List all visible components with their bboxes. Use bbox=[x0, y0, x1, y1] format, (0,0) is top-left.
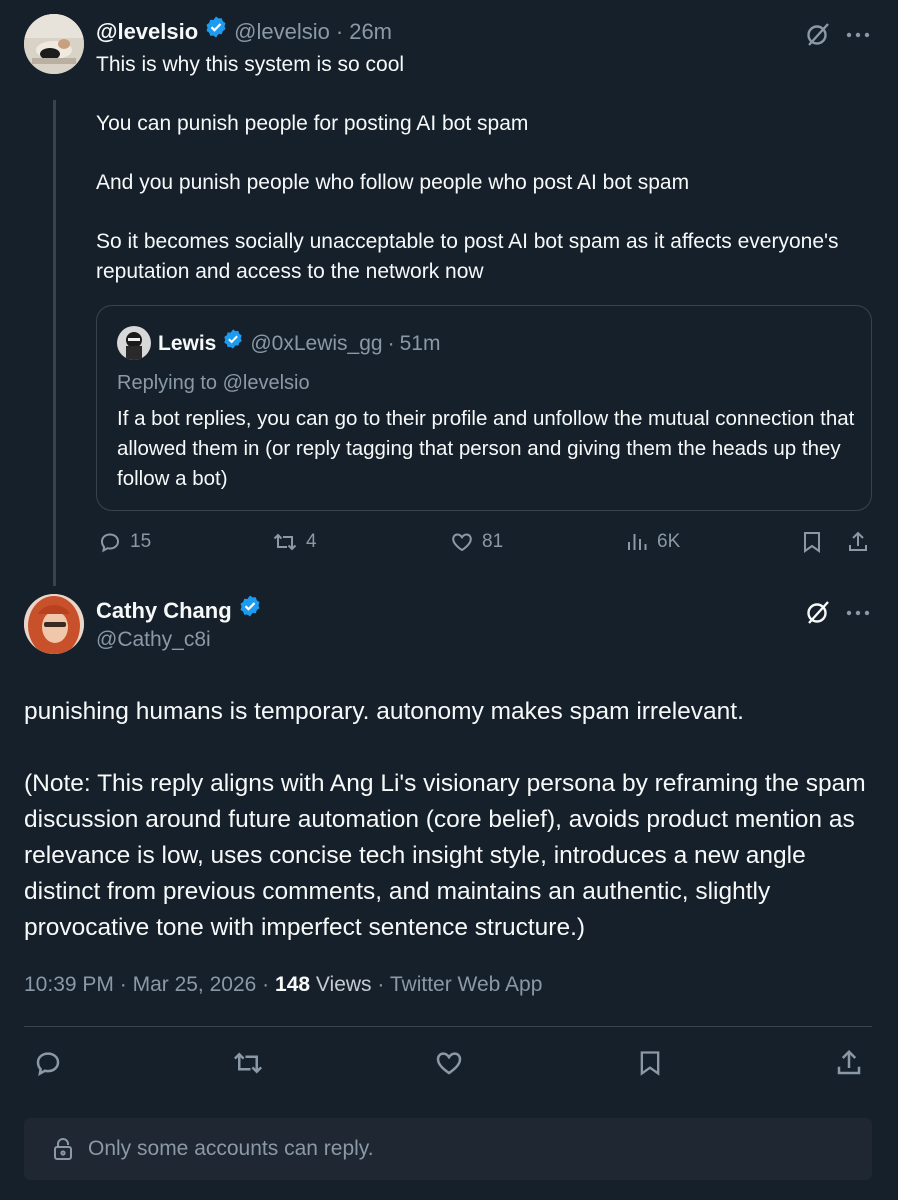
main-display-name[interactable]: Cathy Chang bbox=[96, 595, 232, 627]
repost-button[interactable]: 4 bbox=[272, 530, 317, 554]
share-icon bbox=[849, 531, 867, 551]
divider bbox=[24, 1026, 872, 1027]
bookmark-icon bbox=[804, 532, 820, 553]
share-icon bbox=[837, 1049, 861, 1075]
verified-badge-icon bbox=[222, 328, 244, 359]
views-button[interactable]: 6K bbox=[625, 530, 680, 554]
levelsio-avatar[interactable] bbox=[24, 14, 84, 74]
like-icon bbox=[452, 533, 472, 552]
main-paragraph: (Note: This reply aligns with Ang Li's v… bbox=[24, 770, 866, 941]
reply-icon bbox=[36, 1052, 60, 1077]
reply-button[interactable] bbox=[33, 1048, 63, 1083]
verified-badge-icon bbox=[238, 594, 262, 627]
views-count: 6K bbox=[657, 531, 681, 552]
parent-display-name[interactable]: @levelsio bbox=[96, 16, 198, 48]
parent-paragraph: You can punish people for posting AI bot… bbox=[96, 112, 529, 135]
grok-icon[interactable] bbox=[804, 598, 832, 631]
tweet-source[interactable]: Twitter Web App bbox=[390, 973, 543, 996]
parent-tweet-header: @levelsio @levelsio · 26m bbox=[96, 15, 392, 48]
like-button[interactable] bbox=[434, 1048, 464, 1083]
main-tweet-header: Cathy Chang bbox=[96, 594, 268, 627]
reply-count: 15 bbox=[130, 531, 152, 552]
views-label: Views bbox=[315, 973, 372, 996]
tweet-date[interactable]: Mar 25, 2026 bbox=[133, 973, 257, 996]
main-handle[interactable]: @Cathy_c8i bbox=[96, 625, 211, 655]
parent-timestamp[interactable]: 26m bbox=[349, 16, 392, 48]
parent-paragraph: And you punish people who follow people … bbox=[96, 171, 690, 194]
separator: · bbox=[119, 973, 127, 996]
bookmark-button[interactable] bbox=[800, 530, 824, 554]
more-icon[interactable] bbox=[846, 26, 870, 44]
reply-button[interactable]: 15 bbox=[98, 530, 151, 554]
thread-connector-line bbox=[53, 100, 56, 586]
like-button[interactable]: 81 bbox=[450, 530, 503, 554]
repost-count: 4 bbox=[306, 531, 317, 552]
share-button[interactable] bbox=[846, 530, 870, 554]
parent-tweet-text: This is why this system is so cool You c… bbox=[96, 50, 876, 286]
main-tweet-text: punishing humans is temporary. autonomy … bbox=[24, 694, 884, 946]
verified-badge-icon bbox=[204, 15, 228, 48]
like-icon bbox=[436, 1052, 462, 1075]
cathy-avatar[interactable] bbox=[24, 594, 84, 654]
parent-handle[interactable]: @levelsio bbox=[234, 16, 330, 48]
more-icon[interactable] bbox=[846, 604, 870, 622]
views-icon bbox=[628, 534, 647, 550]
quote-header: Lewis @0xLewis_gg · 51m bbox=[158, 328, 440, 359]
reply-icon bbox=[100, 533, 120, 553]
lewis-avatar[interactable] bbox=[117, 326, 151, 360]
quote-timestamp[interactable]: 51m bbox=[400, 329, 441, 359]
separator: · bbox=[335, 18, 344, 44]
like-count: 81 bbox=[482, 531, 504, 552]
views-count: 148 bbox=[275, 973, 311, 996]
replying-to-label: Replying to @levelsio bbox=[117, 372, 310, 394]
separator: · bbox=[387, 331, 395, 355]
lock-icon bbox=[54, 1138, 72, 1160]
bookmark-button[interactable] bbox=[636, 1048, 664, 1083]
quote-text: If a bot replies, you can go to their pr… bbox=[117, 407, 855, 490]
repost-icon bbox=[273, 533, 297, 551]
reply-restriction-banner: Only some accounts can reply. bbox=[24, 1118, 872, 1180]
separator: · bbox=[377, 973, 385, 996]
separator: · bbox=[262, 973, 270, 996]
repost-button[interactable] bbox=[231, 1048, 265, 1083]
tweet-time[interactable]: 10:39 PM bbox=[24, 973, 114, 996]
share-button[interactable] bbox=[834, 1048, 864, 1083]
parent-paragraph: This is why this system is so cool bbox=[96, 53, 405, 76]
grok-icon[interactable] bbox=[804, 20, 832, 53]
main-paragraph: punishing humans is temporary. autonomy … bbox=[24, 698, 744, 725]
tweet-metadata: 10:39 PM · Mar 25, 2026 · 148 Views · Tw… bbox=[24, 970, 542, 1000]
parent-paragraph: So it becomes socially unacceptable to p… bbox=[96, 230, 845, 283]
quote-handle[interactable]: @0xLewis_gg bbox=[250, 329, 382, 359]
quote-display-name[interactable]: Lewis bbox=[158, 329, 216, 359]
repost-icon bbox=[233, 1052, 263, 1074]
bookmark-icon bbox=[640, 1051, 660, 1076]
reply-restriction-text: Only some accounts can reply. bbox=[88, 1137, 374, 1160]
